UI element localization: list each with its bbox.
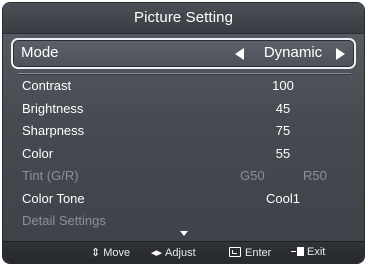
- scroll-down-icon: [180, 231, 188, 236]
- setting-tint: Tint (G/R) G50 R50: [3, 165, 364, 188]
- setting-sharpness[interactable]: Sharpness 75: [3, 120, 364, 143]
- adjust-leftright-icon: ◂▸: [151, 247, 163, 259]
- setting-value: Cool1: [266, 190, 300, 206]
- hint-move: ⇕ Move: [91, 246, 130, 259]
- hint-enter: Enter: [229, 246, 271, 259]
- move-updown-icon: ⇕: [91, 247, 101, 259]
- hint-exit: Exit: [291, 246, 326, 258]
- hint-move-label: Move: [103, 247, 131, 259]
- title-bar: Picture Setting: [3, 3, 364, 34]
- setting-value: 100: [272, 78, 294, 93]
- setting-value: 45: [275, 100, 291, 116]
- tint-red-value: R50: [303, 168, 327, 183]
- setting-label: Contrast: [22, 78, 72, 93]
- settings-list: Contrast 100 Brightness 45 Sharpness 75 …: [3, 75, 364, 233]
- setting-color-tone[interactable]: Color Tone Cool1: [3, 188, 364, 211]
- setting-label: Tint (G/R): [22, 168, 79, 183]
- setting-detail-settings: Detail Settings: [3, 210, 364, 233]
- divider: [18, 73, 351, 74]
- mode-label: Mode: [21, 44, 59, 61]
- mode-selector[interactable]: Mode Dynamic: [11, 38, 356, 69]
- setting-label: Detail Settings: [22, 213, 106, 228]
- setting-contrast[interactable]: Contrast 100: [3, 75, 364, 98]
- hint-exit-label: Exit: [307, 246, 326, 258]
- setting-label: Sharpness: [22, 123, 85, 138]
- setting-value: 75: [275, 123, 291, 138]
- tint-green-value: G50: [240, 168, 265, 183]
- setting-label: Brightness: [22, 100, 84, 116]
- mode-value: Dynamic: [263, 44, 323, 61]
- hint-enter-label: Enter: [245, 247, 272, 259]
- setting-label: Color: [22, 145, 54, 161]
- panel-title: Picture Setting: [133, 9, 234, 26]
- hint-adjust-label: Adjust: [165, 247, 196, 259]
- setting-brightness[interactable]: Brightness 45: [3, 98, 364, 121]
- enter-icon: [229, 247, 241, 257]
- right-arrow-icon[interactable]: [336, 48, 345, 60]
- setting-value: 55: [275, 145, 291, 161]
- picture-setting-panel: Picture Setting Mode Dynamic Contrast 10…: [3, 3, 364, 263]
- setting-label: Color Tone: [22, 190, 85, 206]
- footer-hints: ⇕ Move ◂▸ Adjust Enter Exit: [3, 241, 364, 263]
- hint-adjust: ◂▸ Adjust: [151, 246, 196, 259]
- setting-color[interactable]: Color 55: [3, 143, 364, 166]
- exit-icon: [291, 247, 304, 256]
- left-arrow-icon[interactable]: [235, 48, 244, 60]
